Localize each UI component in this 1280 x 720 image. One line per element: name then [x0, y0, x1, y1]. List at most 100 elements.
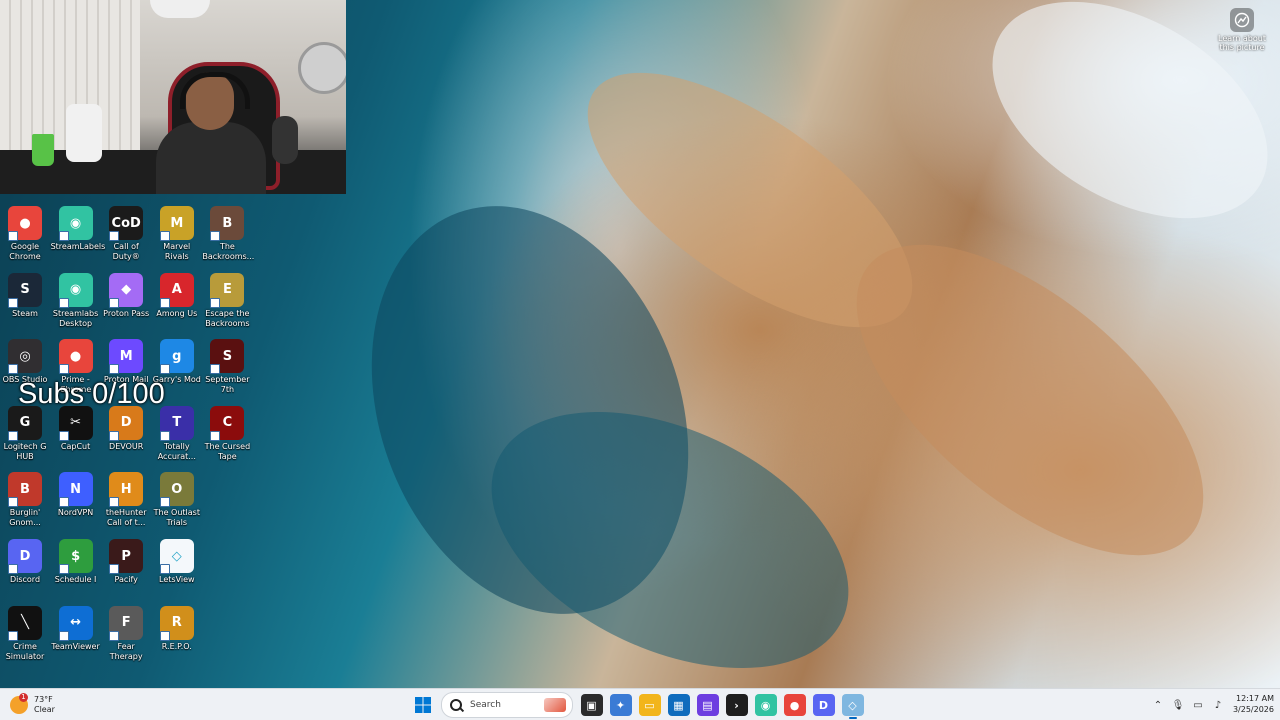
weather-temp: 73°F [34, 695, 53, 704]
camera-icon [1230, 8, 1254, 32]
learn-about-label: Learn about this picture [1218, 34, 1266, 52]
desktop-icon[interactable]: P Pacify [101, 535, 151, 585]
weather-text: 73°F Clear [34, 695, 55, 715]
desktop-icon-label: DEVOUR [109, 441, 144, 451]
repo-icon: R [159, 605, 194, 641]
pacify-icon: P [109, 539, 144, 574]
garrys-mod-icon: g [159, 339, 194, 375]
webcam-fan [298, 42, 346, 94]
schedule-i-icon: $ [58, 539, 93, 574]
webcam-overlay [0, 0, 346, 194]
learn-about-picture[interactable]: Learn about this picture [1218, 8, 1266, 52]
escape-backrooms-icon: E [210, 272, 245, 308]
microphone-icon[interactable]: 🎙 [1171, 698, 1185, 712]
chrome-icon[interactable]: ● [783, 694, 806, 716]
letsview-icon: ◇ [159, 539, 194, 574]
desktop-icon[interactable]: ● Google Chrome [0, 202, 50, 262]
fear-therapy-icon: F [109, 605, 144, 641]
start-button[interactable] [412, 694, 434, 716]
cursed-tape-icon: C [210, 405, 245, 441]
streamlabs-icon[interactable]: ◉ [754, 694, 777, 716]
system-tray: ⌃ 🎙 ▭ ♪ [1148, 693, 1228, 717]
wallpaper-sand-swirl [804, 188, 1256, 612]
desktop-icon-label: Proton Pass [103, 308, 150, 318]
desktop-icon-label: Discord [9, 575, 41, 584]
desktop-icon[interactable]: O The Outlast Trials [152, 468, 202, 528]
subs-counter-overlay: Subs 0/100 [18, 378, 165, 410]
desktop-icon[interactable]: A Among Us [152, 269, 202, 319]
desktop-icon-label: theHunter Call of t... [105, 508, 147, 528]
nordvpn-icon: N [58, 472, 93, 508]
desktop-icon[interactable]: ◉ StreamLabels [51, 202, 105, 252]
proton-pass-icon: ◆ [109, 272, 144, 308]
desktop-icon[interactable]: ╲ Crime Simulator [0, 602, 50, 662]
terminal-icon[interactable]: › [725, 694, 748, 716]
webcam-lamp [150, 0, 210, 18]
visual-studio-icon[interactable]: ▤ [696, 694, 719, 716]
totally-accurate-icon: T [159, 405, 194, 441]
desktop-icon[interactable]: B Burglin' Gnom... [0, 468, 50, 528]
steam-icon: S [8, 272, 42, 308]
search-box[interactable]: Search [441, 692, 573, 718]
desktop-icon[interactable]: C The Cursed Tape [202, 402, 252, 462]
marvel-rivals-icon: M [159, 206, 194, 241]
copilot-icon[interactable]: ✦ [609, 694, 632, 716]
desktop-icon-label: NordVPN [57, 508, 94, 518]
desktop-icon[interactable]: HtheHunter Call of t... [101, 468, 151, 528]
clock[interactable]: 12:17 AM 3/25/2026 [1222, 693, 1274, 715]
weather-sun-icon: 1 [10, 693, 28, 714]
notification-badge: 1 [19, 693, 28, 702]
desktop-icon-grid: ● Google Chrome ◉ StreamLabels CoD Call of Du… [0, 200, 260, 670]
desktop-icon-label: Pacify [114, 575, 138, 584]
clock-time: 12:17 AM [1236, 694, 1274, 703]
chrome-icon: ● [8, 206, 42, 241]
desktop-icon[interactable]: N NordVPN [51, 468, 101, 518]
desktop-icon[interactable]: S September 7th [202, 335, 252, 395]
search-highlight-icon [544, 698, 566, 712]
task-view-icon[interactable]: ▣ [580, 694, 603, 716]
desktop-icon-label: The Cursed Tape [204, 441, 251, 461]
webcam-headset [180, 72, 250, 109]
desktop-icon[interactable]: F Fear Therapy [101, 602, 151, 662]
webcam-kettle [66, 104, 102, 162]
discord-icon[interactable]: D [812, 694, 835, 716]
letsview-icon[interactable]: ◇ [841, 694, 864, 719]
desktop-icon[interactable]: D Discord [0, 535, 50, 585]
desktop-icon[interactable]: ◆ Proton Pass [101, 269, 151, 319]
desktop-icon-label: Call of Duty® [112, 242, 140, 261]
weather-widget[interactable]: 1 73°F Clear [10, 692, 55, 718]
desktop-icon-label: Burglin' Gnom... [9, 508, 41, 528]
file-explorer-icon[interactable]: ▭ [638, 694, 661, 716]
desktop-icon-label: Logitech G HUB [3, 441, 47, 461]
taskbar: 1 73°F Clear Search ▣ ✦ ▭ ▦ ▤ › ◉ ● D ◇ ⌃ 🎙 ▭ ♪ 12:1… [0, 688, 1280, 720]
desktop-icon[interactable]: ↔ TeamViewer [51, 602, 101, 652]
desktop-icon[interactable]: S Steam [0, 269, 50, 319]
webcam-microphone [272, 116, 298, 164]
network-icon[interactable]: ▭ [1191, 698, 1205, 712]
streamlabels-icon: ◉ [58, 206, 93, 241]
desktop-icon[interactable]: B The Backrooms... [202, 202, 255, 262]
discord-icon: D [8, 539, 42, 574]
desktop-icon-label: The Backrooms... [202, 242, 255, 261]
desktop-icon[interactable]: M Marvel Rivals [152, 202, 202, 262]
proton-mail-icon: M [109, 339, 144, 375]
streamlabs-desktop-icon: ◉ [58, 272, 93, 308]
webcam-cup [32, 134, 54, 166]
desktop-icon-label: Google Chrome [9, 242, 41, 261]
desktop-icon[interactable]: E Escape the Backrooms [202, 269, 252, 329]
desktop-icon[interactable]: ◇ LetsView [152, 535, 202, 585]
clock-date: 3/25/2026 [1232, 705, 1274, 714]
microsoft-store-icon[interactable]: ▦ [667, 694, 690, 716]
desktop-icon-label: September 7th [205, 375, 250, 395]
wallpaper-water-swirl [317, 161, 743, 659]
desktop-icon-label: Marvel Rivals [163, 242, 191, 261]
desktop-icon-label: Crime Simulator [5, 641, 45, 661]
desktop-icon[interactable]: $ Schedule I [51, 535, 101, 585]
desktop-icon-label: Steam [12, 308, 38, 318]
chevron-up-icon[interactable]: ⌃ [1151, 698, 1165, 712]
desktop-icon-label: Totally Accurat... [157, 441, 196, 461]
desktop-icon[interactable]: R R.E.P.O. [152, 602, 202, 652]
desktop-icon[interactable]: ◉ Streamlabs Desktop [51, 269, 101, 329]
desktop-icon[interactable]: CoD Call of Duty® [101, 202, 151, 262]
backrooms-icon: B [210, 206, 245, 241]
